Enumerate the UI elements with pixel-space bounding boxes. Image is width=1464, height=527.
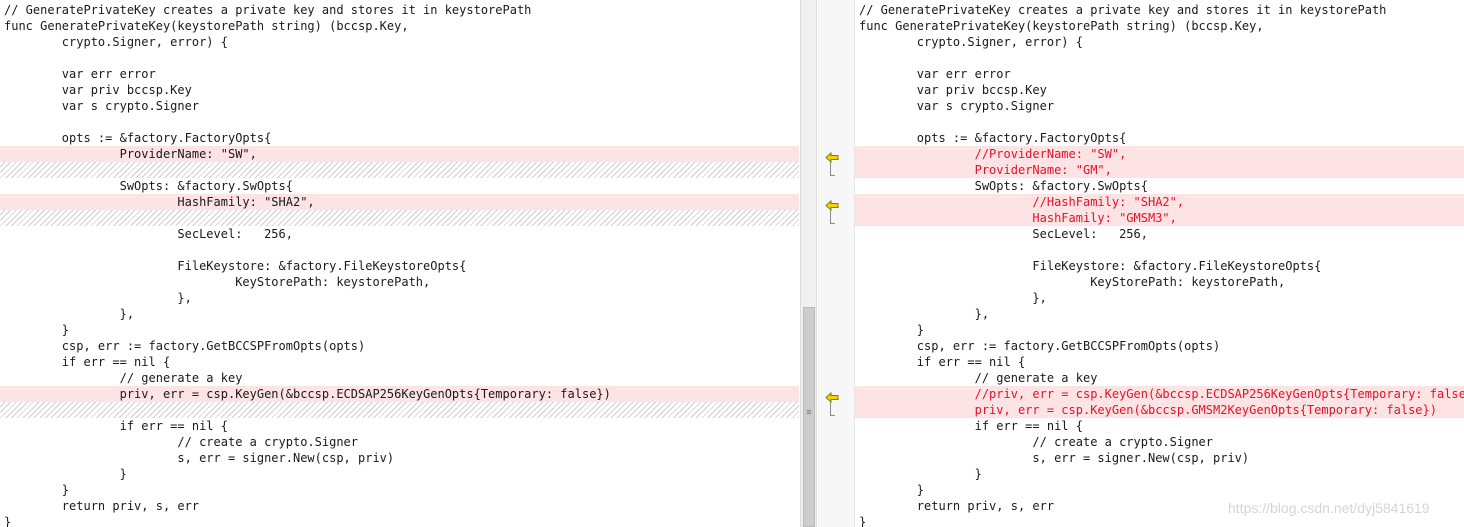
code-line: if err == nil { bbox=[859, 355, 1026, 369]
code-line: if err == nil { bbox=[859, 419, 1083, 433]
merge-bracket-icon bbox=[830, 162, 835, 176]
code-line: // create a crypto.Signer bbox=[4, 435, 359, 449]
code-line: crypto.Signer, error) { bbox=[4, 35, 228, 49]
diff-placeholder-line bbox=[0, 210, 799, 226]
code-line: KeyStorePath: keystorePath, bbox=[4, 275, 431, 289]
code-line: SwOpts: &factory.SwOpts{ bbox=[4, 179, 293, 193]
code-line: SecLevel: 256, bbox=[859, 227, 1148, 241]
code-line: csp, err := factory.GetBCCSPFromOpts(opt… bbox=[859, 339, 1221, 353]
code-line: func GeneratePrivateKey(keystorePath str… bbox=[859, 19, 1264, 33]
scrollbar-thumb[interactable]: ≡ bbox=[803, 307, 815, 527]
code-line: //ProviderName: "SW", bbox=[855, 146, 1464, 162]
code-line: } bbox=[4, 467, 127, 481]
code-line: priv, err = csp.KeyGen(&bccsp.ECDSAP256K… bbox=[0, 386, 799, 402]
code-line: }, bbox=[4, 307, 135, 321]
code-line: crypto.Signer, error) { bbox=[859, 35, 1083, 49]
code-line: //priv, err = csp.KeyGen(&bccsp.ECDSAP25… bbox=[855, 386, 1464, 402]
code-line: if err == nil { bbox=[4, 355, 171, 369]
code-line: }, bbox=[859, 307, 990, 321]
code-line: var s crypto.Signer bbox=[4, 99, 200, 113]
code-line: var s crypto.Signer bbox=[859, 99, 1055, 113]
code-line: var err error bbox=[859, 67, 1011, 81]
code-line: HashFamily: "SHA2", bbox=[0, 194, 799, 210]
scrollbar-grip-icon: ≡ bbox=[806, 408, 812, 418]
code-line: }, bbox=[4, 291, 192, 305]
watermark-text: https://blog.csdn.net/dyj5841619 bbox=[1228, 500, 1430, 516]
code-line: if err == nil { bbox=[4, 419, 228, 433]
code-line: ProviderName: "GM", bbox=[855, 162, 1464, 178]
code-line: opts := &factory.FactoryOpts{ bbox=[859, 131, 1127, 145]
code-line: s, err = signer.New(csp, priv) bbox=[859, 451, 1250, 465]
merge-bracket-icon bbox=[830, 210, 835, 224]
left-code-pane[interactable]: // GeneratePrivateKey creates a private … bbox=[0, 0, 799, 527]
code-line: } bbox=[4, 483, 70, 497]
code-line: } bbox=[859, 467, 982, 481]
merge-left-arrow-icon[interactable] bbox=[825, 196, 839, 212]
code-line: HashFamily: "GMSM3", bbox=[855, 210, 1464, 226]
code-line: SecLevel: 256, bbox=[4, 227, 293, 241]
code-line: KeyStorePath: keystorePath, bbox=[859, 275, 1286, 289]
code-line: opts := &factory.FactoryOpts{ bbox=[4, 131, 272, 145]
code-line: // generate a key bbox=[4, 371, 243, 385]
code-line: return priv, s, err bbox=[4, 499, 200, 513]
diff-placeholder-line bbox=[0, 162, 799, 178]
code-line: // create a crypto.Signer bbox=[859, 435, 1214, 449]
code-line: } bbox=[4, 323, 70, 337]
code-line: ProviderName: "SW", bbox=[0, 146, 799, 162]
code-line: FileKeystore: &factory.FileKeystoreOpts{ bbox=[4, 259, 467, 273]
code-line: } bbox=[859, 323, 925, 337]
merge-left-arrow-icon[interactable] bbox=[825, 148, 839, 164]
code-line: func GeneratePrivateKey(keystorePath str… bbox=[4, 19, 409, 33]
diff-merge-gutter bbox=[818, 0, 855, 527]
code-line: var priv bccsp.Key bbox=[859, 83, 1047, 97]
code-line: }, bbox=[859, 291, 1047, 305]
code-line: // GeneratePrivateKey creates a private … bbox=[859, 3, 1387, 17]
right-code-pane[interactable]: // GeneratePrivateKey creates a private … bbox=[855, 0, 1464, 527]
code-line: // GeneratePrivateKey creates a private … bbox=[4, 3, 532, 17]
code-line: FileKeystore: &factory.FileKeystoreOpts{ bbox=[859, 259, 1322, 273]
vertical-scrollbar[interactable]: ≡ bbox=[800, 0, 817, 527]
code-line: var priv bccsp.Key bbox=[4, 83, 192, 97]
code-line: s, err = signer.New(csp, priv) bbox=[4, 451, 395, 465]
merge-left-arrow-icon[interactable] bbox=[825, 388, 839, 404]
code-line: //HashFamily: "SHA2", bbox=[855, 194, 1464, 210]
code-line: csp, err := factory.GetBCCSPFromOpts(opt… bbox=[4, 339, 366, 353]
code-line: var err error bbox=[4, 67, 156, 81]
code-line: } bbox=[859, 483, 925, 497]
code-line: SwOpts: &factory.SwOpts{ bbox=[859, 179, 1148, 193]
code-line: // generate a key bbox=[859, 371, 1098, 385]
code-line: } bbox=[4, 515, 12, 527]
merge-bracket-icon bbox=[830, 402, 835, 416]
diff-placeholder-line bbox=[0, 402, 799, 418]
code-line: priv, err = csp.KeyGen(&bccsp.GMSM2KeyGe… bbox=[855, 402, 1464, 418]
